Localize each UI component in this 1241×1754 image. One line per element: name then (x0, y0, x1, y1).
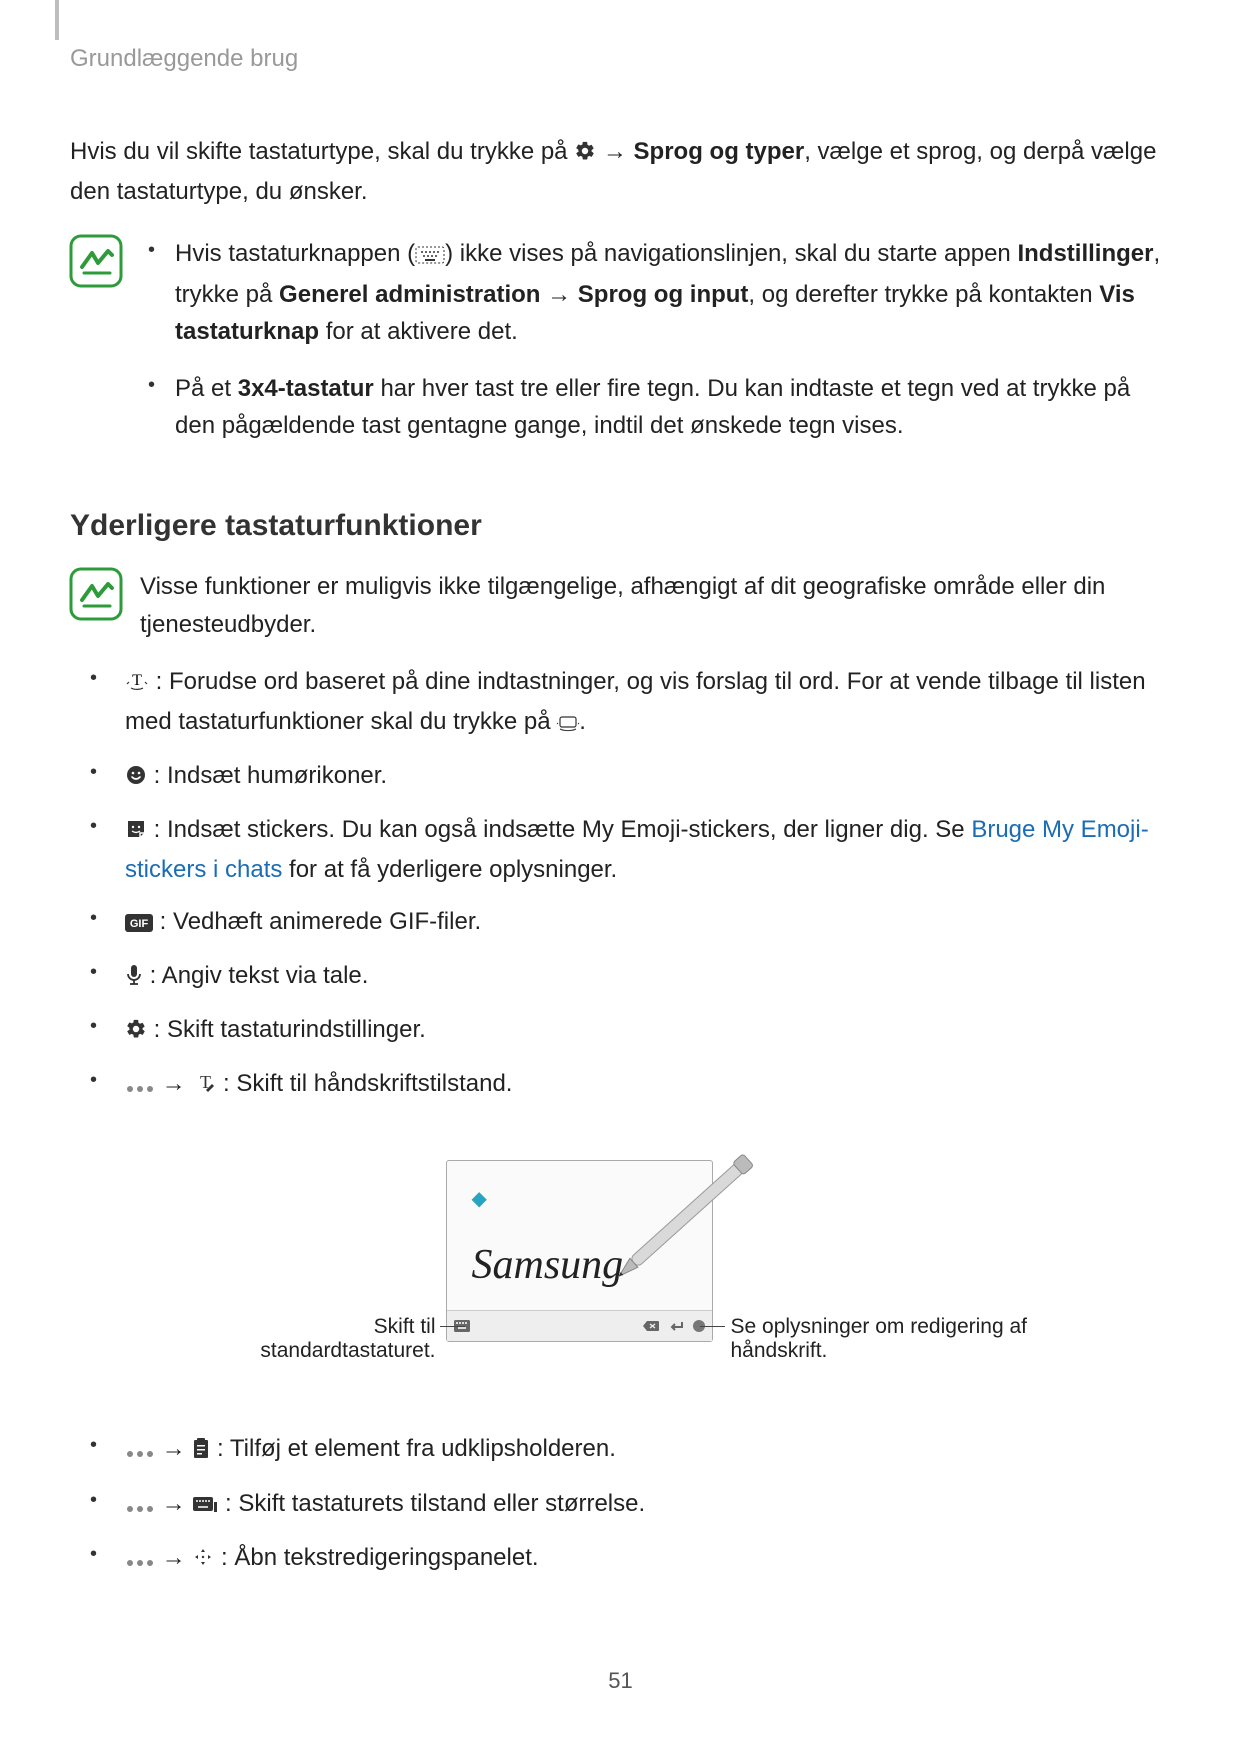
arrow-icon: → (162, 1485, 186, 1522)
keyboard-small-icon (557, 706, 579, 743)
callout-line-left (440, 1326, 465, 1328)
keyboard-dots-icon (415, 238, 445, 275)
feature-emoji: : Indsæt humørikoner. (70, 757, 1171, 797)
bold: 3x4-tastatur (238, 375, 374, 402)
cursor-drop-icon: ◆ (472, 1186, 487, 1211)
enter-icon[interactable] (668, 1320, 684, 1332)
feature-voice: : Angiv tekst via tale. (70, 957, 1171, 997)
sticker-icon (125, 814, 147, 851)
breadcrumb: Grundlæggende brug (70, 45, 1171, 73)
backspace-icon[interactable] (642, 1320, 660, 1332)
handwriting-figure: ◆ Samsung Skift til standardtastaturet. … (146, 1125, 1096, 1405)
predict-icon: T (125, 666, 149, 703)
page: Grundlæggende brug Hvis du vil skifte ta… (0, 0, 1241, 1754)
feature-settings: : Skift tastaturindstillinger. (70, 1011, 1171, 1051)
text: ) ikke vises på navigationslinjen, skal … (445, 240, 1017, 267)
bold: Sprog og input (578, 281, 749, 308)
feature-clipboard: → : Tilføj et element fra udklipsholdere… (70, 1430, 1171, 1470)
clipboard-icon (192, 1433, 210, 1470)
intro-bold-1: Sprog og typer (634, 138, 805, 165)
text: : Indsæt humørikoner. (147, 762, 387, 789)
mic-icon (125, 960, 143, 997)
gear-icon (125, 1014, 147, 1051)
note2-text: Visse funktioner er muligvis ikke tilgæn… (140, 573, 1105, 637)
intro-text-1: Hvis du vil skifte tastaturtype, skal du… (70, 138, 574, 165)
feature-text-edit-panel: → : Åbn tekstredigeringspanelet. (70, 1539, 1171, 1579)
text: : Skift tastaturindstillinger. (147, 1016, 426, 1043)
note1-item-2: På et 3x4-tastatur har hver tast tre ell… (140, 370, 1171, 444)
arrow-icon: → (547, 276, 571, 313)
more-dots-icon (125, 1433, 155, 1470)
gear-icon (574, 136, 596, 173)
callout-left: Skift til standardtastaturet. (216, 1315, 436, 1363)
note-box-2: Visse funktioner er muligvis ikke tilgæn… (70, 568, 1171, 642)
arrow-icon: → (603, 133, 627, 170)
handwriting-t-icon: T (192, 1068, 216, 1105)
arrow-icon: → (162, 1539, 186, 1576)
callout-line-right (700, 1326, 725, 1328)
text: På et (175, 375, 238, 402)
text: : Vedhæft animerede GIF-filer. (153, 908, 481, 935)
text: : Forudse ord baseret på dine indtastnin… (125, 668, 1146, 735)
handwriting-toolbar (447, 1310, 712, 1341)
feature-gif: GIF : Vedhæft animerede GIF-filer. (70, 903, 1171, 943)
more-dots-icon (125, 1542, 155, 1579)
feature-keyboard-mode: → : Skift tastaturets tilstand eller stø… (70, 1485, 1171, 1525)
note-icon (70, 235, 130, 292)
bold: Generel administration (279, 281, 540, 308)
more-dots-icon (125, 1068, 155, 1105)
svg-text:GIF: GIF (130, 918, 149, 930)
text: : Skift til håndskriftstilstand. (216, 1070, 512, 1097)
arrow-icon: → (162, 1430, 186, 1467)
text: Hvis tastaturknappen ( (175, 240, 415, 267)
page-rule-mark (55, 0, 59, 40)
section-heading: Yderligere tastaturfunktioner (70, 509, 1171, 543)
page-number: 51 (0, 1668, 1241, 1694)
text: . (579, 708, 586, 735)
text: , og derefter trykke på kontakten (748, 281, 1099, 308)
move-arrows-icon (192, 1542, 214, 1579)
text: for at aktivere det. (319, 318, 518, 345)
feature-list: T : Forudse ord baseret på dine indtastn… (70, 663, 1171, 1106)
feature-list-2: → : Tilføj et element fra udklipsholdere… (70, 1430, 1171, 1579)
note-box-1: Hvis tastaturknappen ( ) ikke vises på na… (70, 235, 1171, 464)
arrow-icon: → (162, 1065, 186, 1102)
text: for at få yderligere oplysninger. (282, 856, 617, 883)
pen-icon (584, 1115, 804, 1305)
bold: Indstillinger (1017, 240, 1153, 267)
more-dots-icon (125, 1488, 155, 1525)
note1-item-1: Hvis tastaturknappen ( ) ikke vises på na… (140, 235, 1171, 350)
text: : Angiv tekst via tale. (143, 962, 368, 989)
smiley-icon (125, 760, 147, 797)
callout-right: Se oplysninger om redigering af håndskri… (731, 1315, 1051, 1363)
text: : Åbn tekstredigeringspanelet. (214, 1544, 538, 1571)
feature-predict: T : Forudse ord baseret på dine indtastn… (70, 663, 1171, 743)
note-icon (70, 568, 130, 625)
text: : Tilføj et element fra udklipsholderen. (210, 1435, 616, 1462)
svg-text:T: T (132, 672, 142, 689)
text: : Skift tastaturets tilstand eller størr… (218, 1490, 645, 1517)
gif-icon: GIF (125, 906, 153, 943)
text: : Indsæt stickers. Du kan også indsætte … (147, 816, 971, 843)
keyboard-mode-icon (192, 1488, 218, 1525)
feature-stickers: : Indsæt stickers. Du kan også indsætte … (70, 811, 1171, 888)
intro-paragraph: Hvis du vil skifte tastaturtype, skal du… (70, 133, 1171, 210)
feature-handwriting: → T : Skift til håndskriftstilstand. (70, 1065, 1171, 1105)
